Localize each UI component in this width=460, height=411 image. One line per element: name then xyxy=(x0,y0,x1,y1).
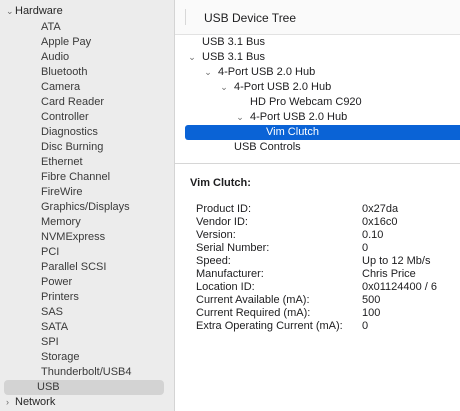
property-key: Current Available (mA): xyxy=(196,294,310,306)
sidebar-item-parallel-scsi[interactable]: Parallel SCSI xyxy=(4,260,164,275)
tree-row-label: 4-Port USB 2.0 Hub xyxy=(250,111,348,123)
sidebar-group-hardware[interactable]: ⌄ Hardware xyxy=(6,4,63,19)
chevron-down-icon[interactable]: ⌄ xyxy=(203,65,213,80)
tree-row-label: Vim Clutch xyxy=(266,126,319,138)
device-title: Vim Clutch: xyxy=(190,177,251,189)
property-value: Chris Price xyxy=(362,268,416,280)
sidebar-item-sas[interactable]: SAS xyxy=(4,305,164,320)
device-details: Vim Clutch: Product ID: 0x27da Vendor ID… xyxy=(175,164,460,411)
tree-row-usb-bus-1[interactable]: USB 3.1 Bus xyxy=(175,35,460,50)
sidebar-item-firewire[interactable]: FireWire xyxy=(4,185,164,200)
tree-row-label: USB 3.1 Bus xyxy=(202,36,265,48)
property-value: 0x16c0 xyxy=(362,216,398,228)
sidebar-item-nvmexpress[interactable]: NVMExpress xyxy=(4,230,164,245)
sidebar-item-audio[interactable]: Audio xyxy=(4,50,164,65)
property-key: Version: xyxy=(196,229,236,241)
sidebar-item-thunderbolt-usb4[interactable]: Thunderbolt/USB4 xyxy=(4,365,164,380)
property-key: Product ID: xyxy=(196,203,252,215)
property-key: Vendor ID: xyxy=(196,216,248,228)
sidebar-item-list: ATA Apple Pay Audio Bluetooth Camera Car… xyxy=(0,20,174,395)
sidebar-group-label: Hardware xyxy=(15,5,63,17)
sidebar-item-bluetooth[interactable]: Bluetooth xyxy=(4,65,164,80)
property-row: Speed: Up to 12 Mb/s xyxy=(196,255,456,268)
sidebar-item-diagnostics[interactable]: Diagnostics xyxy=(4,125,164,140)
tree-column-header[interactable]: USB Device Tree xyxy=(175,0,460,35)
tree-row-hub-3[interactable]: ⌄ 4-Port USB 2.0 Hub xyxy=(175,110,460,125)
property-key: Location ID: xyxy=(196,281,255,293)
chevron-down-icon[interactable]: ⌄ xyxy=(219,80,229,95)
property-key: Extra Operating Current (mA): xyxy=(196,320,343,332)
usb-device-tree: USB 3.1 Bus ⌄ USB 3.1 Bus ⌄ 4-Port USB 2… xyxy=(175,35,460,155)
property-row: Serial Number: 0 xyxy=(196,242,456,255)
tree-row-webcam[interactable]: HD Pro Webcam C920 xyxy=(175,95,460,110)
property-row: Extra Operating Current (mA): 0 xyxy=(196,320,456,333)
sidebar-item-power[interactable]: Power xyxy=(4,275,164,290)
property-value: 0x01124400 / 6 xyxy=(362,281,438,293)
tree-row-hub-1[interactable]: ⌄ 4-Port USB 2.0 Hub xyxy=(175,65,460,80)
tree-row-usb-controls[interactable]: USB Controls xyxy=(175,140,460,155)
tree-row-vim-clutch[interactable]: Vim Clutch xyxy=(185,125,460,140)
property-key: Manufacturer: xyxy=(196,268,264,280)
property-value: 0x27da xyxy=(362,203,399,215)
property-key: Current Required (mA): xyxy=(196,307,311,319)
sidebar-item-sata[interactable]: SATA xyxy=(4,320,164,335)
sidebar-item-memory[interactable]: Memory xyxy=(4,215,164,230)
property-key: Speed: xyxy=(196,255,231,267)
tree-header-title: USB Device Tree xyxy=(204,11,297,25)
property-value: 0 xyxy=(362,320,369,332)
tree-row-label: 4-Port USB 2.0 Hub xyxy=(234,81,332,93)
sidebar-item-usb[interactable]: USB xyxy=(4,380,164,395)
main-pane: USB Device Tree USB 3.1 Bus ⌄ USB 3.1 Bu… xyxy=(175,0,460,411)
tree-row-label: HD Pro Webcam C920 xyxy=(250,96,362,108)
tree-row-label: 4-Port USB 2.0 Hub xyxy=(218,66,316,78)
sidebar-item-ethernet[interactable]: Ethernet xyxy=(4,155,164,170)
sidebar-item-apple-pay[interactable]: Apple Pay xyxy=(4,35,164,50)
property-value: 0 xyxy=(362,242,369,254)
property-row: Manufacturer: Chris Price xyxy=(196,268,456,281)
property-row: Version: 0.10 xyxy=(196,229,456,242)
sidebar-item-storage[interactable]: Storage xyxy=(4,350,164,365)
property-row: Current Available (mA): 500 xyxy=(196,294,456,307)
sidebar-item-graphics-displays[interactable]: Graphics/Displays xyxy=(4,200,164,215)
sidebar-group-network[interactable]: › Network xyxy=(6,395,55,410)
property-value: Up to 12 Mb/s xyxy=(362,255,431,267)
sidebar-item-controller[interactable]: Controller xyxy=(4,110,164,125)
chevron-right-icon[interactable]: › xyxy=(6,395,15,410)
property-row: Current Required (mA): 100 xyxy=(196,307,456,320)
property-value: 100 xyxy=(362,307,381,319)
chevron-down-icon[interactable]: ⌄ xyxy=(187,50,197,65)
property-row: Product ID: 0x27da xyxy=(196,203,456,216)
sidebar-item-spi[interactable]: SPI xyxy=(4,335,164,350)
sidebar-item-fibre-channel[interactable]: Fibre Channel xyxy=(4,170,164,185)
chevron-down-icon[interactable]: ⌄ xyxy=(235,110,245,125)
property-list: Product ID: 0x27da Vendor ID: 0x16c0 Ver… xyxy=(196,203,456,333)
sidebar-item-disc-burning[interactable]: Disc Burning xyxy=(4,140,164,155)
tree-row-usb-bus-2[interactable]: ⌄ USB 3.1 Bus xyxy=(175,50,460,65)
sidebar-item-card-reader[interactable]: Card Reader xyxy=(4,95,164,110)
property-row: Vendor ID: 0x16c0 xyxy=(196,216,456,229)
tree-row-label: USB 3.1 Bus xyxy=(202,51,265,63)
tree-row-label: USB Controls xyxy=(234,141,301,153)
sidebar-group-label: Network xyxy=(15,396,56,408)
property-value: 500 xyxy=(362,294,381,306)
sidebar-item-ata[interactable]: ATA xyxy=(4,20,164,35)
sidebar-item-pci[interactable]: PCI xyxy=(4,245,164,260)
chevron-down-icon[interactable]: ⌄ xyxy=(6,4,15,19)
sidebar-item-printers[interactable]: Printers xyxy=(4,290,164,305)
property-key: Serial Number: xyxy=(196,242,270,254)
sidebar: ⌄ Hardware ATA Apple Pay Audio Bluetooth… xyxy=(0,0,174,411)
sidebar-item-camera[interactable]: Camera xyxy=(4,80,164,95)
column-separator xyxy=(185,9,186,25)
property-value: 0.10 xyxy=(362,229,384,241)
tree-row-hub-2[interactable]: ⌄ 4-Port USB 2.0 Hub xyxy=(175,80,460,95)
property-row: Location ID: 0x01124400 / 6 xyxy=(196,281,456,294)
